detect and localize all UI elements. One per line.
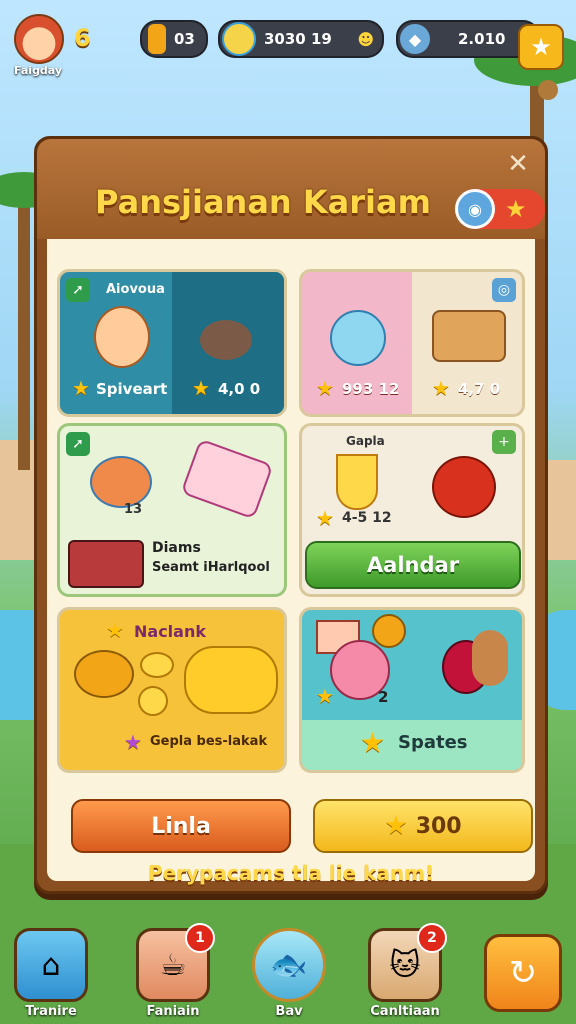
star-icon: ★ <box>316 506 334 530</box>
card-caption: Gepla bes-lakak <box>150 734 268 749</box>
card-value: 4-5 12 <box>342 510 392 526</box>
star-icon: ★ <box>316 684 334 708</box>
shop-card-potion[interactable]: ◎ ★ 993 12 ★ 4,7 0 <box>299 269 525 417</box>
left-action-button[interactable]: Linla <box>71 799 291 853</box>
star-icon: ★ <box>530 33 552 61</box>
plus-icon: + <box>492 430 516 454</box>
cat-icon: 🐱 2 <box>368 923 447 1002</box>
shop-card-coins[interactable]: ★ Naclank ★ Gepla bes-lakak <box>57 607 287 773</box>
coin-icon <box>148 24 166 54</box>
add-currency-button[interactable]: ★ <box>518 24 564 70</box>
nav-label: Canltiaan <box>370 1004 440 1019</box>
star-icon: ★ <box>432 376 450 400</box>
card-label: Spiveart <box>96 380 168 398</box>
shop-panel: Pansjianan Kariam ✕ ◉ ★ ➚ Aiovoua $ ★ Sp… <box>34 136 548 894</box>
potion-flask-icon <box>330 310 386 366</box>
panel-title: Pansjianan Kariam <box>95 183 431 221</box>
drink-cup-icon <box>222 22 256 56</box>
juice-glass-icon <box>336 454 378 510</box>
top-hud: 6 Faigday 03 3030 19 ☻ ◆ 2.010 ★ <box>0 10 576 80</box>
star-icon: ★ <box>360 726 386 759</box>
gems-value: 2.010 <box>458 30 506 48</box>
dog-character-icon <box>74 650 134 698</box>
title-badge: ◉ ★ <box>455 189 545 229</box>
bundle-count: 13 <box>124 502 143 517</box>
close-icon: ✕ <box>507 149 529 179</box>
fish-icon: 🐟 <box>252 928 326 1002</box>
rocket-icon <box>180 438 274 520</box>
nav-label: Faniain <box>146 1004 200 1019</box>
nav-item-home[interactable]: ⌂ Tranire <box>14 928 88 1019</box>
close-button[interactable]: ✕ <box>503 149 533 179</box>
nav-item-center[interactable]: 🐟 Bav <box>252 928 326 1019</box>
refresh-icon: ↻ <box>508 953 538 993</box>
creature-icon <box>200 320 252 360</box>
bundle-caption-line2: Seamt iHarlqool <box>152 560 270 575</box>
notification-badge: 1 <box>185 923 215 953</box>
arrow-icon: ➚ <box>66 278 90 302</box>
nav-label: Bav <box>275 1004 303 1019</box>
buy-button[interactable]: ★ 300 <box>313 799 533 853</box>
star-icon: ★ <box>505 195 527 223</box>
drinks-counter[interactable]: 3030 19 ☻ <box>218 20 384 58</box>
star-icon: ★ <box>316 376 334 400</box>
buy-price: 300 <box>415 813 462 839</box>
star-icon: ★ <box>72 376 90 400</box>
cup-icon: ☕ 1 <box>136 923 215 1002</box>
coin-bag-icon <box>184 646 278 714</box>
star-icon: ★ <box>124 730 142 754</box>
card-label: Spates <box>398 732 468 753</box>
drinks-value: 3030 19 <box>264 30 332 48</box>
gem-icon: ◆ <box>400 24 430 54</box>
card-value: 4,0 0 <box>218 380 261 398</box>
arrow-icon: ➚ <box>66 432 90 456</box>
card-action-button[interactable]: Aalndar <box>305 541 521 589</box>
player-level: 6 <box>74 24 91 52</box>
bread-icon <box>432 310 506 362</box>
star-icon: ★ <box>106 618 124 642</box>
card-value-left: 993 12 <box>342 380 400 398</box>
info-icon: ◎ <box>492 278 516 302</box>
panel-footer-text: Perypacams tla lie kanm! <box>147 861 435 885</box>
card-value-right: 4,7 0 <box>458 380 501 398</box>
creature-icon <box>90 456 152 508</box>
notification-badge: 2 <box>417 923 447 953</box>
kid-character-icon <box>472 630 508 686</box>
bundle-caption-line1: Diams <box>152 540 201 556</box>
coin-icon <box>140 652 174 678</box>
card-count: 2 <box>378 688 389 706</box>
panel-body: ➚ Aiovoua $ ★ Spiveart ★ 4,0 0 ◎ ★ 993 1… <box>47 239 535 885</box>
nav-item-friends[interactable]: 🐱 2 Canltiaan <box>368 923 447 1019</box>
coin-icon <box>138 686 168 716</box>
card-title: Aiovoua <box>106 282 165 297</box>
tomato-icon <box>432 456 496 518</box>
machine-icon <box>68 540 144 588</box>
card-title: Gapla <box>346 434 385 448</box>
shop-card-character[interactable]: ➚ Aiovoua $ ★ Spiveart ★ 4,0 0 <box>57 269 287 417</box>
home-icon: ⌂ <box>14 928 88 1002</box>
boy-character-icon <box>94 306 150 368</box>
coin-icon <box>372 614 406 648</box>
refresh-button[interactable]: ↻ <box>484 934 562 1012</box>
nav-item-shop[interactable]: ☕ 1 Faniain <box>136 923 215 1019</box>
star-icon: ★ <box>192 376 210 400</box>
player-name: Faigday <box>14 64 63 77</box>
coins-counter[interactable]: 03 <box>140 20 208 58</box>
shop-card-bundle[interactable]: ➚ 13 Diams Seamt iHarlqool <box>57 423 287 597</box>
smiley-icon: ☻ <box>357 29 374 49</box>
coins-value: 03 <box>174 30 195 48</box>
card-title: Naclank <box>134 622 206 641</box>
shop-card-spates[interactable]: ★ 2 ★ Spates <box>299 607 525 773</box>
nav-label: Tranire <box>25 1004 77 1019</box>
star-icon: ★ <box>384 811 408 841</box>
player-avatar[interactable] <box>14 14 64 64</box>
gem-icon: ◉ <box>455 189 495 229</box>
